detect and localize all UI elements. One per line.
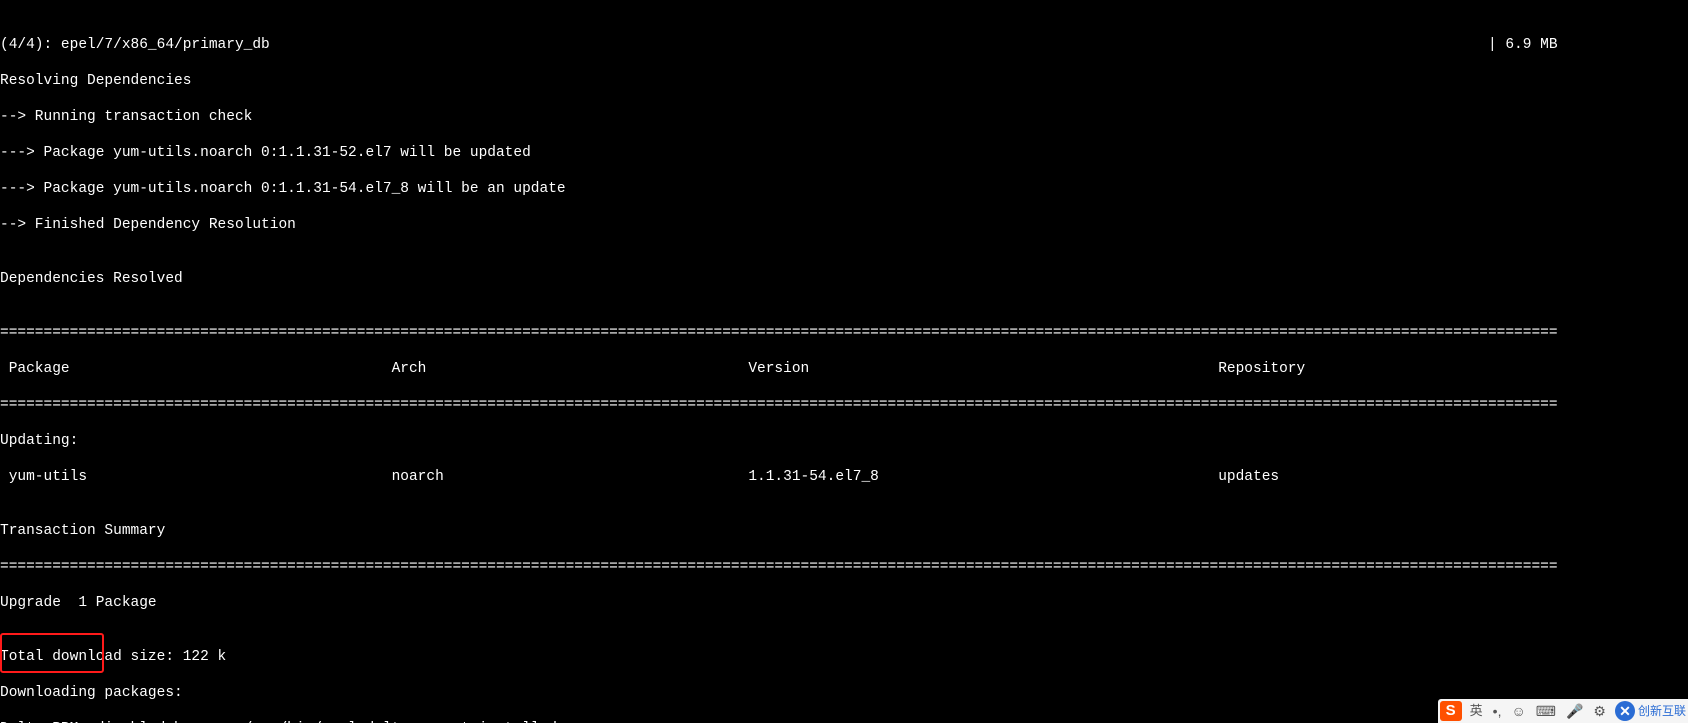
- output-line: Dependencies Resolved: [0, 270, 1558, 288]
- output-line: Total download size: 122 k: [0, 648, 1558, 666]
- ime-toolbar[interactable]: S 英 •, ☺ ⌨ 🎤 ⚙ ✕ 创新互联: [1438, 699, 1688, 723]
- watermark-logo: ✕ 创新互联: [1611, 701, 1686, 721]
- output-line: --> Finished Dependency Resolution: [0, 216, 1558, 234]
- terminal-output[interactable]: (4/4): epel/7/x86_64/primary_db | 6.9 MB…: [0, 18, 1558, 723]
- output-line: Downloading packages:: [0, 684, 1558, 702]
- output-line: ---> Package yum-utils.noarch 0:1.1.31-5…: [0, 180, 1558, 198]
- output-line: (4/4): epel/7/x86_64/primary_db | 6.9 MB…: [0, 36, 1558, 54]
- output-line: Updating:: [0, 432, 1558, 450]
- output-line: Resolving Dependencies: [0, 72, 1558, 90]
- output-line: --> Running transaction check: [0, 108, 1558, 126]
- table-rule: ========================================…: [0, 324, 1558, 342]
- table-rule: ========================================…: [0, 396, 1558, 414]
- watermark-logo-icon: ✕: [1615, 701, 1635, 721]
- ime-sogou-icon[interactable]: S: [1440, 701, 1462, 721]
- table-row: yum-utils noarch 1.1.31-54.el7_8 updates…: [0, 468, 1558, 486]
- table-rule: ========================================…: [0, 558, 1558, 576]
- output-line: Upgrade 1 Package: [0, 594, 1558, 612]
- output-line: Transaction Summary: [0, 522, 1558, 540]
- table-header: Package Arch Version Repository Size: [0, 360, 1558, 378]
- output-line: ---> Package yum-utils.noarch 0:1.1.31-5…: [0, 144, 1558, 162]
